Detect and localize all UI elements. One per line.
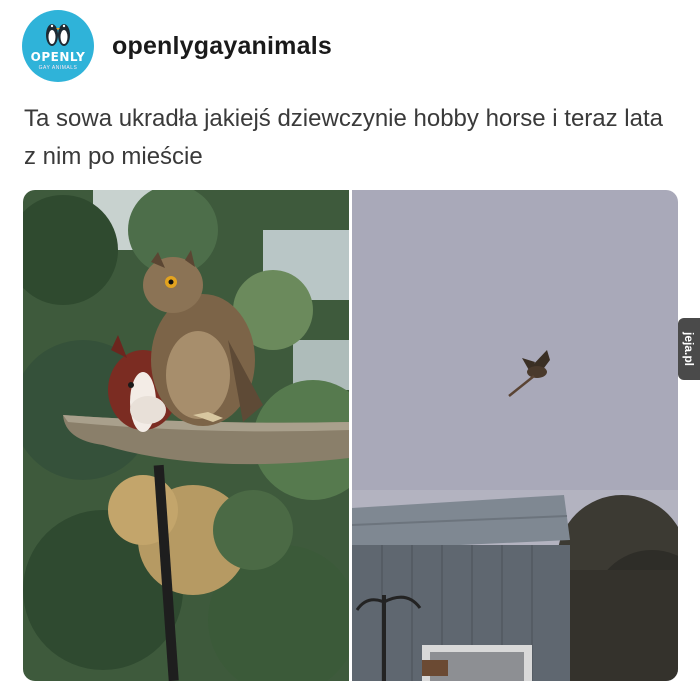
avatar[interactable]: OPENLY GAY ANIMALS bbox=[22, 10, 94, 82]
username[interactable]: openlygayanimals bbox=[112, 32, 332, 61]
penguins-logo-icon bbox=[46, 24, 70, 46]
owl-flying-photo[interactable] bbox=[352, 190, 678, 681]
owl-on-branch-with-hobby-horse-photo-icon bbox=[23, 190, 349, 681]
owl-on-branch-photo[interactable] bbox=[23, 190, 349, 681]
watermark-text: jeja.pl bbox=[682, 331, 697, 367]
owl-flying-over-house-photo-icon bbox=[352, 190, 678, 681]
avatar-logo-subtext: GAY ANIMALS bbox=[38, 65, 78, 71]
jeja-watermark[interactable]: jeja.pl bbox=[678, 318, 700, 380]
post-caption: Ta sowa ukradła jakiejś dziewczynie hobb… bbox=[24, 105, 663, 170]
post-header: OPENLY GAY ANIMALS openlygayanimals bbox=[22, 10, 332, 82]
avatar-logo-text: OPENLY bbox=[30, 50, 86, 64]
post-images bbox=[23, 190, 678, 681]
